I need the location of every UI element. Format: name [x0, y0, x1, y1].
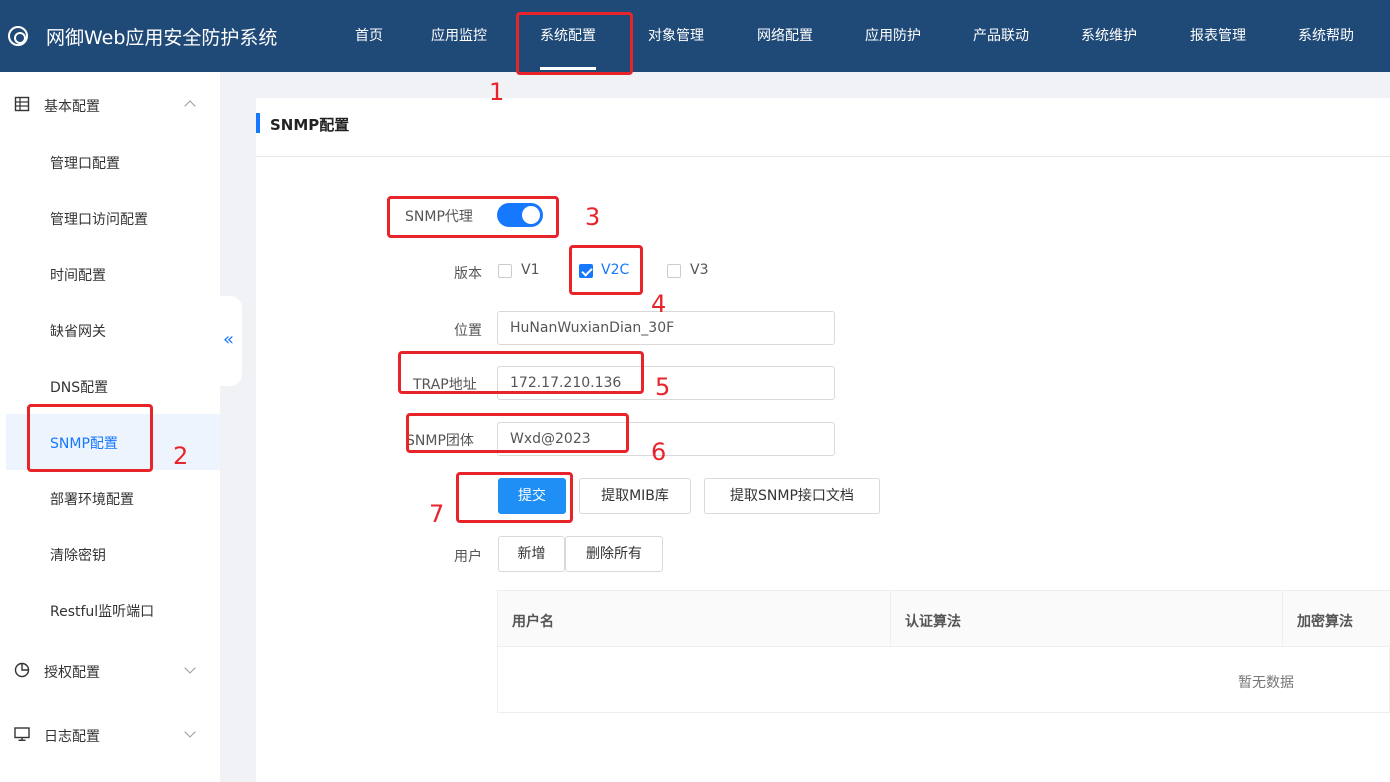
annotation-box-2 [27, 404, 153, 472]
sidebar-item-gateway[interactable]: 缺省网关 [6, 302, 220, 358]
users-table: 用户名 认证算法 加密算法 暂无数据 [497, 590, 1390, 713]
app-title: 网御Web应用安全防护系统 [46, 27, 278, 49]
nav-app-protect[interactable]: 应用防护 [865, 0, 921, 72]
extract-mib-button[interactable]: 提取MIB库 [579, 478, 691, 514]
nav-system-maintain[interactable]: 系统维护 [1081, 0, 1137, 72]
delete-all-users-button[interactable]: 删除所有 [565, 536, 663, 572]
extract-snmp-doc-button[interactable]: 提取SNMP接口文档 [704, 478, 880, 514]
annotation-box-5 [398, 351, 644, 394]
annotation-box-1 [516, 12, 633, 75]
chart-icon [14, 662, 30, 678]
nav-home[interactable]: 首页 [355, 0, 383, 72]
column-divider [1282, 591, 1283, 647]
add-user-button[interactable]: 新增 [498, 536, 565, 572]
annotation-number-2: 2 [173, 442, 189, 470]
sidebar-item-label: Restful监听端口 [50, 604, 155, 620]
column-encrypt-algorithm: 加密算法 [1297, 614, 1353, 630]
column-divider [890, 591, 891, 647]
table-header: 用户名 认证算法 加密算法 [498, 591, 1390, 647]
sidebar-group-label: 日志配置 [44, 729, 100, 745]
sidebar-group-label: 基本配置 [44, 99, 100, 115]
version-v1-label[interactable]: V1 [521, 262, 539, 278]
annotation-box-6 [406, 413, 629, 453]
sidebar-item-restful-port[interactable]: Restful监听端口 [6, 582, 220, 638]
chevron-up-icon [184, 100, 196, 112]
top-bar: 网御Web应用安全防护系统 首页 应用监控 系统配置 对象管理 网络配置 应用防… [0, 0, 1390, 72]
nav-app-monitor[interactable]: 应用监控 [431, 0, 487, 72]
sidebar-item-label: 缺省网关 [50, 324, 106, 340]
sidebar-group-log-config[interactable]: 日志配置 [0, 706, 220, 762]
column-auth-algorithm: 认证算法 [905, 614, 961, 630]
sidebar-item-mgmt-access[interactable]: 管理口访问配置 [6, 190, 220, 246]
version-v1-checkbox[interactable] [498, 264, 512, 278]
nav-object-manage[interactable]: 对象管理 [648, 0, 704, 72]
sidebar-item-deploy-env[interactable]: 部署环境配置 [6, 470, 220, 526]
annotation-number-7: 7 [429, 500, 445, 528]
sidebar-item-label: 清除密钥 [50, 548, 106, 564]
divider [256, 156, 1390, 157]
sidebar-item-mgmt-port[interactable]: 管理口配置 [6, 134, 220, 190]
user-label: 用户 [454, 549, 482, 565]
empty-state-text: 暂无数据 [1238, 675, 1294, 691]
nav-system-help[interactable]: 系统帮助 [1298, 0, 1354, 72]
sidebar-item-label: DNS配置 [50, 380, 109, 396]
location-label: 位置 [454, 323, 482, 339]
version-label: 版本 [454, 266, 482, 282]
version-v3-label[interactable]: V3 [690, 262, 708, 278]
nav-report-manage[interactable]: 报表管理 [1190, 0, 1246, 72]
annotation-number-5: 5 [655, 373, 671, 401]
nav-network-config[interactable]: 网络配置 [757, 0, 813, 72]
annotation-number-6: 6 [651, 438, 667, 466]
section-accent-bar [256, 113, 260, 133]
sidebar-item-label: 时间配置 [50, 268, 106, 284]
monitor-icon [14, 727, 30, 742]
page-title: SNMP配置 [270, 116, 350, 134]
sidebar-group-license[interactable]: 授权配置 [0, 642, 220, 698]
chevron-down-icon [184, 726, 196, 738]
sidebar-group-label: 授权配置 [44, 665, 100, 681]
column-username: 用户名 [512, 614, 554, 630]
annotation-number-1: 1 [489, 78, 505, 106]
version-v3-checkbox[interactable] [667, 264, 681, 278]
sidebar-item-time[interactable]: 时间配置 [6, 246, 220, 302]
annotation-number-3: 3 [585, 203, 601, 231]
sidebar-item-label: 部署环境配置 [50, 492, 134, 508]
annotation-number-4: 4 [651, 290, 667, 318]
nav-product-link[interactable]: 产品联动 [973, 0, 1029, 72]
sidebar-item-label: 管理口访问配置 [50, 212, 148, 228]
chevron-down-icon [184, 662, 196, 674]
sidebar-collapse-button[interactable]: « [220, 296, 242, 386]
annotation-box-4 [569, 245, 643, 295]
logo-icon [8, 26, 28, 46]
sidebar-item-label: 管理口配置 [50, 156, 120, 172]
list-icon [14, 96, 30, 112]
sidebar-item-clear-key[interactable]: 清除密钥 [6, 526, 220, 582]
sidebar-group-basic-config[interactable]: 基本配置 [0, 76, 220, 132]
annotation-box-7 [456, 472, 573, 523]
annotation-box-3 [387, 196, 559, 238]
double-chevron-left-icon: « [223, 329, 235, 350]
